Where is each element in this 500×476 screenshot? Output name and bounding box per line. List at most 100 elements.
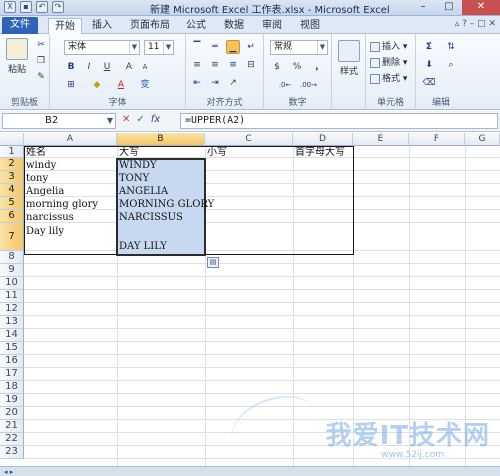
align-right-icon[interactable]: ≡ <box>226 58 240 72</box>
cancel-icon[interactable]: ✕ <box>122 114 130 125</box>
enter-icon[interactable]: ✓ <box>136 114 144 125</box>
currency-button[interactable]: $ <box>270 60 284 74</box>
cell-a3[interactable]: tony <box>24 172 48 185</box>
cut-icon[interactable]: ✂ <box>34 38 48 52</box>
cell-b1[interactable]: 大写 <box>117 146 139 159</box>
row-header-13[interactable]: 13 <box>0 316 24 329</box>
row-header-17[interactable]: 17 <box>0 368 24 381</box>
minimize-button[interactable]: – <box>410 0 436 15</box>
grow-font-button[interactable]: A <box>122 60 136 74</box>
row-header-9[interactable]: 9 <box>0 264 24 277</box>
delete-cells-button[interactable]: 删除 ▾ <box>370 56 407 70</box>
row-header-21[interactable]: 21 <box>0 420 24 433</box>
clear-icon[interactable]: ⌫ <box>422 76 436 90</box>
align-bottom-icon[interactable]: ▁ <box>226 40 240 54</box>
align-top-icon[interactable]: ▔ <box>190 40 204 54</box>
redo-icon[interactable]: ↷ <box>52 1 64 13</box>
column-header-b[interactable]: B <box>117 133 205 146</box>
column-header-g[interactable]: G <box>465 133 500 146</box>
percent-button[interactable]: % <box>290 60 304 74</box>
tab-formulas[interactable]: 公式 <box>180 18 212 34</box>
row-header-6[interactable]: 6 <box>0 210 24 223</box>
cell-b2[interactable]: WINDY <box>117 159 157 172</box>
cell-a5[interactable]: morning glory <box>24 198 98 211</box>
borders-icon[interactable]: ⊞ <box>64 78 78 92</box>
cell-c1[interactable]: 小写 <box>205 146 227 159</box>
formula-input[interactable]: =UPPER(A2) <box>180 113 498 129</box>
shrink-font-button[interactable]: A <box>138 60 152 74</box>
row-header-14[interactable]: 14 <box>0 329 24 342</box>
cell-b7[interactable]: DAY LILY <box>117 240 167 253</box>
tab-data[interactable]: 数据 <box>218 18 250 34</box>
italic-button[interactable]: I <box>82 60 96 74</box>
column-header-f[interactable]: F <box>409 133 465 146</box>
close-button[interactable]: ✕ <box>462 0 500 15</box>
merge-center-icon[interactable]: ⊟ <box>244 58 258 72</box>
decrease-decimal-icon[interactable]: .00→ <box>300 78 317 92</box>
underline-button[interactable]: U <box>100 60 114 74</box>
maximize-button[interactable]: □ <box>436 0 462 15</box>
row-header-16[interactable]: 16 <box>0 355 24 368</box>
paste-button[interactable]: 粘贴 <box>4 38 30 75</box>
autosum-button[interactable]: Σ <box>422 40 436 54</box>
row-header-20[interactable]: 20 <box>0 407 24 420</box>
increase-indent-icon[interactable]: ⇥ <box>208 76 222 90</box>
column-header-d[interactable]: D <box>293 133 353 146</box>
row-header-11[interactable]: 11 <box>0 290 24 303</box>
sheet-nav-icon[interactable]: ◂ ▸ <box>4 468 13 476</box>
cell-d1[interactable]: 首字母大写 <box>293 146 345 159</box>
decrease-indent-icon[interactable]: ⇤ <box>190 76 204 90</box>
orientation-icon[interactable]: ↗ <box>226 76 240 90</box>
format-painter-icon[interactable]: ✎ <box>34 70 48 84</box>
row-header-2[interactable]: 2 <box>0 158 24 171</box>
comma-button[interactable]: , <box>310 60 324 74</box>
cell-b5[interactable]: MORNING GLORY <box>117 198 214 211</box>
bold-button[interactable]: B <box>64 60 78 74</box>
align-center-icon[interactable]: ≡ <box>208 58 222 72</box>
font-name-select[interactable]: 宋体 ▼ <box>64 40 140 55</box>
tab-view[interactable]: 视图 <box>294 18 326 34</box>
row-header-8[interactable]: 8 <box>0 251 24 264</box>
tab-file[interactable]: 文件 <box>2 17 38 34</box>
row-header-10[interactable]: 10 <box>0 277 24 290</box>
cell-b3[interactable]: TONY <box>117 172 149 185</box>
row-header-23[interactable]: 23 <box>0 446 24 459</box>
font-color-button[interactable]: A <box>114 78 128 92</box>
worksheet-grid[interactable]: A B C D E F G 姓名 大写 小写 首字母大写 windy WINDY… <box>0 133 500 466</box>
column-header-c[interactable]: C <box>205 133 293 146</box>
tab-review[interactable]: 审阅 <box>256 18 288 34</box>
styles-button[interactable]: 样式 <box>336 40 362 77</box>
row-header-7[interactable]: 7 <box>0 223 24 251</box>
tab-home[interactable]: 开始 <box>48 18 82 34</box>
row-header-3[interactable]: 3 <box>0 171 24 184</box>
row-header-1[interactable]: 1 <box>0 146 24 158</box>
row-header-5[interactable]: 5 <box>0 197 24 210</box>
increase-decimal-icon[interactable]: .0← <box>278 78 292 92</box>
tab-page-layout[interactable]: 页面布局 <box>124 18 176 34</box>
column-header-e[interactable]: E <box>353 133 409 146</box>
cell-a1[interactable]: 姓名 <box>24 146 46 159</box>
paste-options-icon[interactable]: ▤ <box>207 257 219 268</box>
align-middle-icon[interactable]: ═ <box>208 40 222 54</box>
row-header-4[interactable]: 4 <box>0 184 24 197</box>
cell-a7[interactable]: Day lily <box>24 225 64 238</box>
undo-icon[interactable]: ↶ <box>36 1 48 13</box>
cell-b4[interactable]: ANGELIA <box>117 185 168 198</box>
help-icon[interactable]: ▵ ? – □ ✕ <box>455 19 496 29</box>
row-header-18[interactable]: 18 <box>0 381 24 394</box>
save-icon[interactable]: ▪ <box>20 1 32 13</box>
column-header-a[interactable]: A <box>24 133 117 146</box>
row-header-15[interactable]: 15 <box>0 342 24 355</box>
row-header-19[interactable]: 19 <box>0 394 24 407</box>
number-format-select[interactable]: 常规 ▼ <box>270 40 328 55</box>
cell-a2[interactable]: windy <box>24 159 56 172</box>
insert-function-button[interactable]: fx <box>151 114 160 125</box>
fill-color-icon[interactable]: ◆ <box>90 78 104 92</box>
font-size-select[interactable]: 11 ▼ <box>144 40 174 55</box>
select-all-corner[interactable] <box>0 133 24 146</box>
phonetic-button[interactable]: 变 <box>138 78 152 92</box>
name-box[interactable]: B2 ▼ <box>2 113 116 129</box>
find-select-icon[interactable]: ⌕ <box>444 58 458 72</box>
format-cells-button[interactable]: 格式 ▾ <box>370 72 407 86</box>
fill-icon[interactable]: ⬇ <box>422 58 436 72</box>
